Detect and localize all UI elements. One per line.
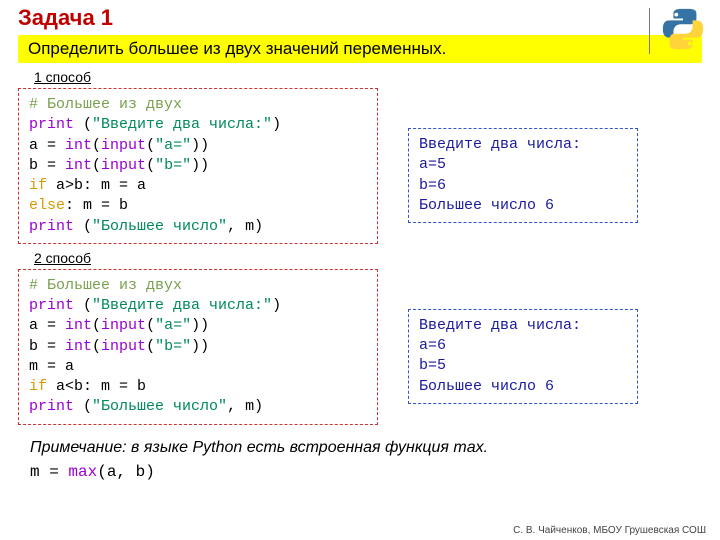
note-code: m = max(a, b) <box>30 463 690 481</box>
python-logo-icon <box>660 6 706 52</box>
header-divider <box>649 8 650 54</box>
code-block-1: # Большее из двух print ("Введите два чи… <box>18 88 378 244</box>
method1-label: 1 способ <box>34 69 720 85</box>
method2-label: 2 способ <box>34 250 720 266</box>
code-block-2: # Большее из двух print ("Введите два чи… <box>18 269 378 425</box>
note-text: Примечание: в языке Python есть встроенн… <box>30 439 690 457</box>
output-block-2: Введите два числа: a=6 b=5 Большее число… <box>408 309 638 404</box>
task-title: Задача 1 <box>0 0 720 35</box>
task-subtitle: Определить большее из двух значений пере… <box>18 35 702 63</box>
output-block-1: Введите два числа: a=5 b=6 Большее число… <box>408 128 638 223</box>
footer-credit: С. В. Чайченков, МБОУ Грушевская СОШ <box>513 525 706 536</box>
